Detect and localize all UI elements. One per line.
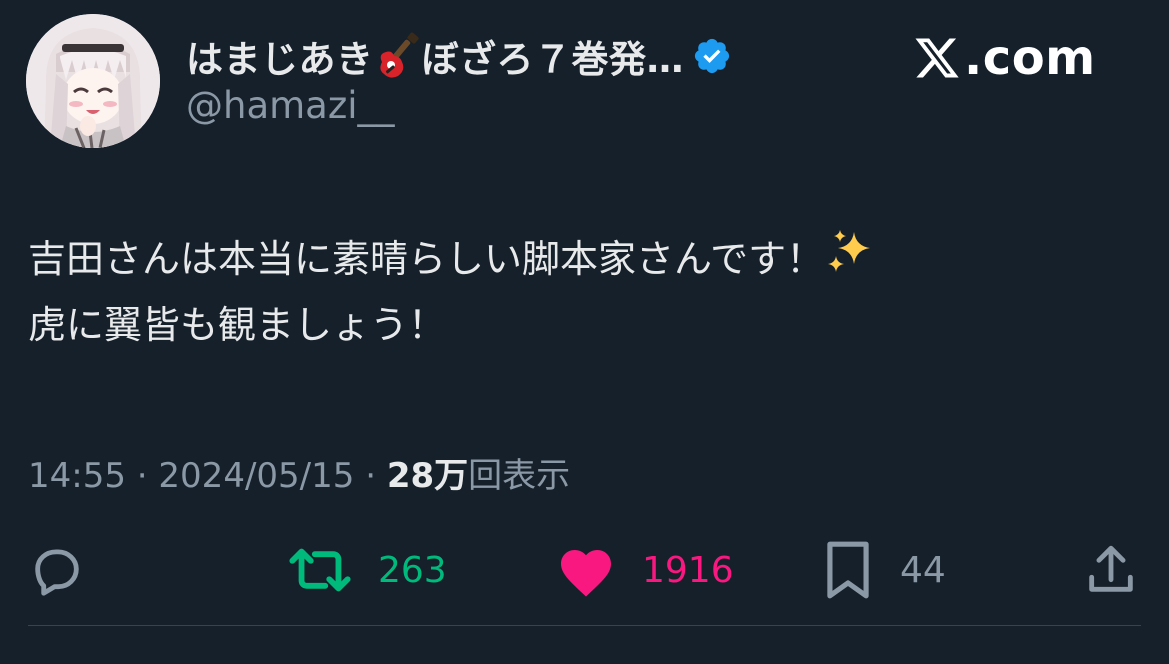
meta-separator: · bbox=[125, 456, 159, 496]
bookmark-button[interactable]: 44 bbox=[822, 530, 946, 610]
retweet-count: 263 bbox=[378, 549, 447, 591]
author-handle[interactable]: @hamazi__ bbox=[186, 84, 395, 127]
site-mark: .com bbox=[912, 28, 1096, 88]
action-bar: 263 1916 44 bbox=[0, 530, 1169, 610]
verified-icon bbox=[694, 38, 730, 74]
reply-button[interactable] bbox=[28, 530, 112, 610]
bottom-divider bbox=[28, 625, 1141, 626]
sparkles-icon bbox=[828, 230, 871, 272]
views-label: 回表示 bbox=[468, 456, 571, 496]
guitar-icon bbox=[379, 32, 419, 78]
tweet-text-line-2: 虎に翼皆も観ましょう！ bbox=[28, 303, 447, 347]
tweet-text-line-1-text: 吉田さんは本当に素晴らしい脚本家さんです！ bbox=[28, 237, 825, 281]
reply-icon bbox=[35, 549, 79, 596]
share-button[interactable] bbox=[1082, 530, 1140, 610]
tweet-date[interactable]: 2024/05/15 bbox=[158, 456, 354, 496]
display-name-suffix[interactable]: ぼざろ７巻発… bbox=[422, 29, 685, 83]
display-name[interactable]: はまじあき bbox=[186, 29, 374, 83]
avatar-illustration bbox=[26, 14, 160, 148]
views-count: 28万 bbox=[386, 456, 469, 496]
retweet-icon bbox=[289, 548, 351, 592]
share-icon bbox=[1089, 545, 1133, 592]
retweet-button[interactable]: 263 bbox=[288, 530, 447, 610]
like-button[interactable]: 1916 bbox=[556, 530, 734, 610]
author-name-row[interactable]: はまじあき ぼざろ７巻発… bbox=[186, 28, 732, 84]
site-domain: .com bbox=[964, 30, 1096, 86]
tweet-meta: 14:55 · 2024/05/15 · 28万回表示 bbox=[28, 448, 570, 497]
bookmark-icon bbox=[827, 541, 869, 599]
like-count: 1916 bbox=[642, 549, 734, 591]
tweet-card: はまじあき ぼざろ７巻発… @hamazi__ .com 吉田さんは本当に素晴ら… bbox=[0, 0, 1169, 664]
heart-icon bbox=[561, 550, 611, 597]
meta-separator: · bbox=[354, 456, 387, 496]
avatar[interactable] bbox=[26, 14, 160, 148]
bookmark-count: 44 bbox=[900, 549, 946, 591]
tweet-text-line-1: 吉田さんは本当に素晴らしい脚本家さんです！ bbox=[28, 226, 876, 292]
tweet-time[interactable]: 14:55 bbox=[28, 456, 126, 496]
x-logo-icon bbox=[915, 38, 959, 78]
tweet-text: 吉田さんは本当に素晴らしい脚本家さんです！ 虎に翼皆も観ましょう！ bbox=[28, 226, 876, 358]
